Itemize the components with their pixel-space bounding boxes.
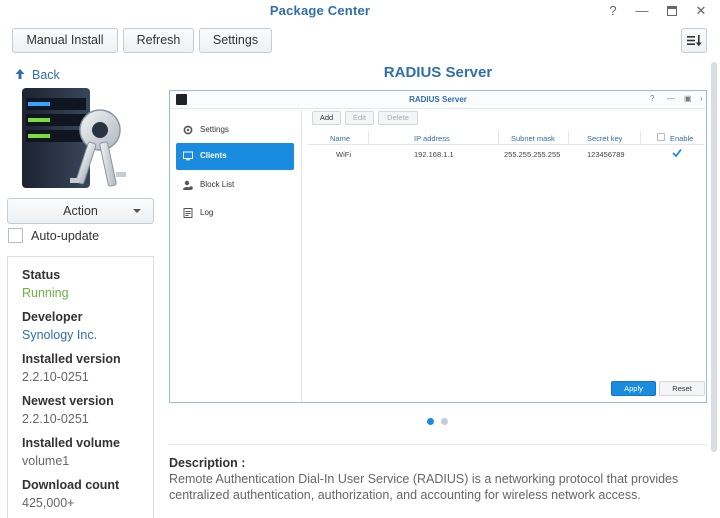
preview-close-icon: ›: [700, 94, 703, 103]
minimize-icon[interactable]: —: [633, 2, 651, 20]
gear-icon: [183, 125, 193, 135]
newest-version-value: 2.2.10-0251: [22, 412, 89, 426]
col-name: Name: [330, 134, 351, 143]
cell-secret: 123456789: [587, 150, 625, 159]
preview-help-icon: ?: [650, 94, 655, 103]
sort-icon: [687, 35, 702, 47]
refresh-button[interactable]: Refresh: [123, 28, 194, 53]
download-count-value: 425,000+: [22, 496, 75, 510]
back-label: Back: [32, 68, 60, 82]
preview-nav-label: Block List: [200, 180, 235, 189]
package-info-panel: Status Running Developer Synology Inc. I…: [7, 256, 154, 518]
carousel-dot-2[interactable]: [441, 418, 448, 425]
action-label: Action: [63, 204, 98, 218]
scrollbar[interactable]: [711, 62, 717, 452]
col-secret: Secret key: [587, 134, 623, 143]
cell-subnet: 255.255.255.255: [504, 150, 561, 159]
table-row: WiFi 192.168.1.1 255.255.255.255 1234567…: [308, 147, 704, 161]
description-heading: Description :: [169, 456, 246, 470]
developer-label: Developer: [22, 310, 83, 324]
col-divider: [498, 131, 499, 145]
status-value: Running: [22, 286, 69, 300]
description-text: Remote Authentication Dial-In User Servi…: [169, 472, 679, 502]
close-icon[interactable]: ✕: [692, 2, 710, 20]
cell-name: WiFi: [336, 150, 351, 159]
col-enable: Enable: [670, 134, 694, 143]
installed-volume-label: Installed volume: [22, 436, 120, 450]
installed-version-label: Installed version: [22, 352, 121, 366]
auto-update-checkbox[interactable]: Auto-update: [8, 228, 99, 243]
page-title: RADIUS Server: [383, 64, 493, 81]
chevron-down-icon: [133, 209, 141, 213]
check-icon: [672, 148, 682, 160]
maximize-icon[interactable]: [663, 2, 681, 20]
installed-volume-value: volume1: [22, 454, 70, 468]
preview-add-button: Add: [312, 111, 341, 125]
preview-title-bar: RADIUS Server ? — ▣ ›: [170, 91, 706, 109]
preview-nav-settings: Settings: [176, 117, 294, 143]
manual-install-button[interactable]: Manual Install: [12, 28, 118, 53]
preview-nav-label: Clients: [200, 151, 227, 160]
checkbox-box[interactable]: [8, 228, 23, 243]
help-icon[interactable]: ?: [604, 2, 622, 20]
action-dropdown[interactable]: Action: [7, 198, 154, 224]
monitor-icon: [183, 151, 193, 161]
settings-button[interactable]: Settings: [199, 28, 272, 53]
header-checkbox: [657, 133, 665, 141]
back-arrow-icon: [15, 69, 25, 79]
col-ip: IP address: [414, 134, 450, 143]
divider: [169, 444, 707, 445]
preview-reset-button: Reset: [659, 381, 705, 396]
col-divider: [568, 131, 569, 145]
preview-edit-button: Edit: [345, 111, 374, 125]
preview-apply-button: Apply: [611, 381, 656, 396]
preview-nav-block-list: Block List: [176, 172, 294, 198]
installed-version-value: 2.2.10-0251: [22, 370, 89, 384]
preview-maximize-icon: ▣: [684, 94, 692, 103]
download-count-label: Download count: [22, 478, 120, 492]
log-icon: [183, 208, 193, 218]
preview-minimize-icon: —: [667, 94, 675, 103]
screenshot-preview: RADIUS Server ? — ▣ › Settings Clients B…: [169, 90, 707, 403]
auto-update-label: Auto-update: [31, 229, 100, 243]
sort-button[interactable]: [681, 28, 707, 53]
col-divider: [640, 131, 641, 145]
back-link[interactable]: Back: [14, 68, 60, 82]
preview-sidebar: Settings Clients Block List Log: [170, 110, 302, 402]
preview-nav-label: Log: [200, 208, 214, 217]
cell-ip: 192.168.1.1: [414, 150, 454, 159]
col-subnet: Subnet mask: [511, 134, 555, 143]
user-block-icon: [183, 180, 193, 190]
preview-nav-log: Log: [176, 200, 294, 226]
title-bar: Package Center ? — ✕: [0, 0, 720, 22]
preview-delete-button: Delete: [378, 111, 418, 125]
developer-link[interactable]: Synology Inc.: [22, 328, 153, 352]
preview-nav-label: Settings: [200, 125, 229, 134]
status-label: Status: [22, 268, 61, 282]
preview-nav-clients: Clients: [176, 143, 294, 170]
col-divider: [368, 131, 369, 145]
carousel-dot-1[interactable]: [427, 418, 434, 425]
preview-title: RADIUS Server: [409, 95, 467, 104]
package-icon: [20, 84, 138, 192]
newest-version-label: Newest version: [22, 394, 114, 408]
